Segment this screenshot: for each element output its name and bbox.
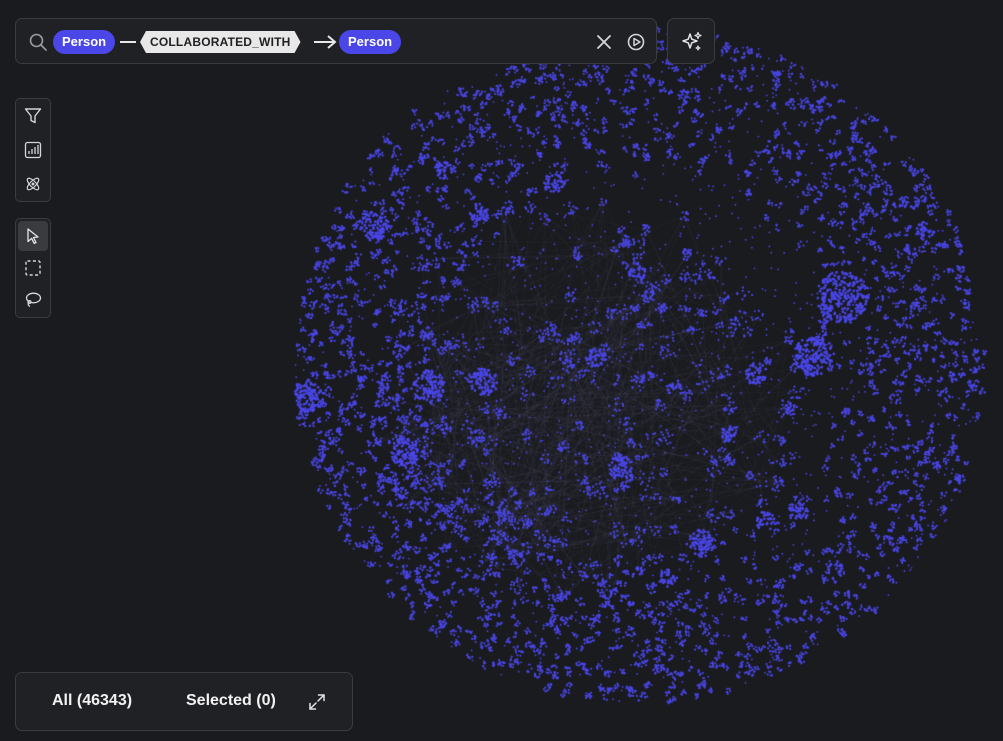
- statistics-button[interactable]: [18, 135, 48, 165]
- lasso-tool-button[interactable]: [18, 285, 48, 315]
- expand-arrows-icon: [309, 694, 325, 710]
- close-icon: [597, 35, 611, 49]
- dashed-square-icon: [25, 260, 41, 276]
- analysis-toolbar: [15, 98, 51, 202]
- edge-arrow-icon: [314, 35, 337, 49]
- graph-view: Person COLLABORATED_WITH Person All (463…: [0, 0, 1003, 741]
- selection-toolbar: [15, 218, 51, 318]
- sparkles-icon: [682, 31, 702, 51]
- atom-icon: [26, 177, 40, 191]
- relationship-type-tag[interactable]: COLLABORATED_WITH: [140, 31, 301, 53]
- search-icon: [28, 32, 48, 52]
- start-node-label-pill[interactable]: Person: [53, 30, 116, 54]
- edge-line: [120, 41, 136, 43]
- results-bar: All (46343) Selected (0): [15, 672, 353, 731]
- filter-button[interactable]: [18, 101, 48, 131]
- clear-search-button[interactable]: [594, 32, 614, 52]
- pointer-tool-button[interactable]: [18, 221, 48, 251]
- end-node-label-pill[interactable]: Person: [339, 30, 402, 54]
- pointer-icon: [27, 228, 39, 245]
- tab-selected[interactable]: Selected (0): [186, 692, 276, 710]
- graph-canvas[interactable]: [0, 0, 1003, 741]
- tab-all[interactable]: All (46343): [52, 692, 132, 710]
- bar-chart-icon: [24, 141, 42, 159]
- ai-assistant-button[interactable]: [667, 18, 715, 64]
- filter-icon: [24, 108, 42, 124]
- lasso-icon: [25, 292, 42, 308]
- run-query-button[interactable]: [626, 32, 646, 52]
- expand-panel-button[interactable]: [306, 691, 328, 713]
- cypher-search-bar[interactable]: Person COLLABORATED_WITH Person: [15, 18, 657, 64]
- play-circle-icon: [627, 33, 645, 51]
- box-select-tool-button[interactable]: [18, 253, 48, 283]
- layout-button[interactable]: [18, 169, 48, 199]
